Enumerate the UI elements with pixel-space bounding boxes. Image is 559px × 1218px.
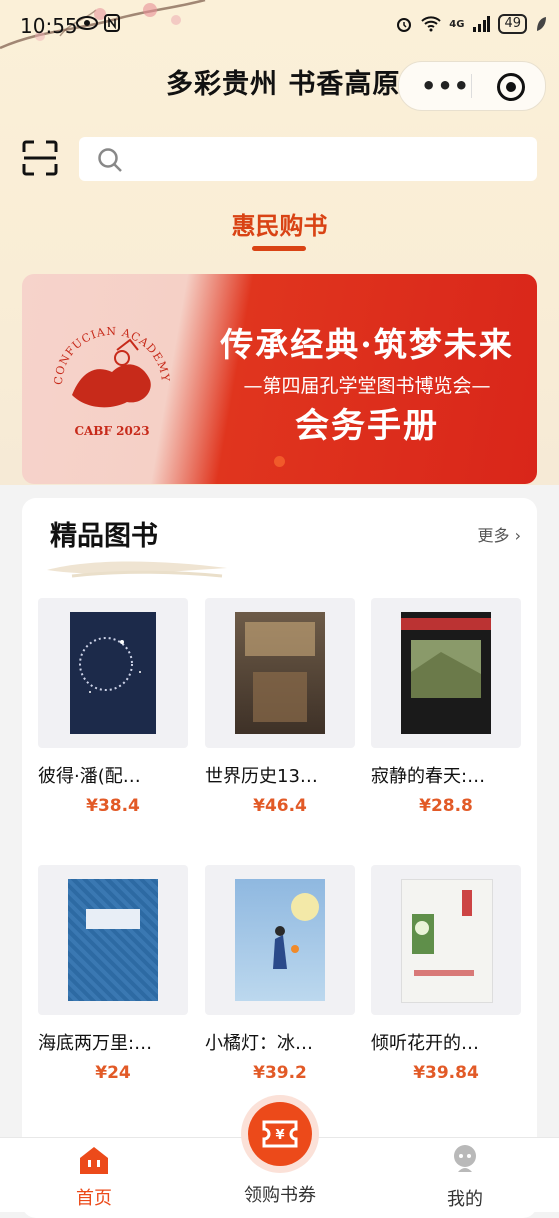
book-fair-logo: CONFUCIAN ACADEMY BOOK FAIR CABF 2023	[42, 310, 171, 438]
book-price: ¥38.4	[86, 796, 140, 816]
book-title: 寂静的春天:…	[371, 766, 486, 787]
wifi-icon	[421, 16, 441, 32]
page-title: 多彩贵州 书香高原	[166, 69, 401, 100]
book-title: 世界历史13…	[205, 766, 318, 787]
book-cover	[401, 879, 493, 1003]
book-cover	[401, 612, 491, 734]
tab-huimin[interactable]: 惠民购书	[0, 206, 559, 251]
status-bar: 10:55 4G 49	[0, 0, 559, 50]
book-thumbnail	[38, 598, 188, 748]
search-bar[interactable]	[79, 137, 537, 181]
coupon-button[interactable]: ¥	[241, 1095, 319, 1173]
book-title: 海底两万里:…	[38, 1033, 153, 1054]
signal-icon	[473, 16, 491, 32]
alarm-icon	[397, 18, 412, 32]
status-time: 10:55	[20, 14, 78, 38]
moon-illustration	[79, 637, 141, 693]
profile-icon	[454, 1145, 476, 1172]
promo-banner[interactable]: CONFUCIAN ACADEMY BOOK FAIR CABF 2023 传承…	[22, 274, 537, 484]
book-card[interactable]: 小橘灯：冰… ¥39.2	[205, 865, 355, 1083]
book-thumbnail	[205, 598, 355, 748]
flower-illustration	[412, 890, 474, 976]
ink-brush-decoration	[47, 561, 227, 578]
book-card[interactable]: 寂静的春天:… ¥28.8	[371, 598, 521, 816]
nav-home-label: 首页	[76, 1188, 112, 1209]
close-target-icon[interactable]	[497, 73, 525, 101]
book-thumbnail	[371, 865, 521, 1015]
book-price: ¥39.84	[413, 1063, 479, 1083]
nav-home[interactable]: 首页	[34, 1138, 154, 1212]
nav-mine-label: 我的	[447, 1189, 483, 1210]
capsule-divider	[471, 74, 472, 98]
ornament-illustration	[86, 909, 140, 929]
nav-coupon-label: 领购书券	[244, 1185, 316, 1206]
network-type: 4G	[449, 18, 465, 30]
eye-icon	[76, 16, 98, 30]
book-cover	[68, 879, 158, 1001]
book-title: 倾听花开的…	[371, 1033, 479, 1054]
coupon-ticket-icon: ¥	[262, 1120, 298, 1148]
history-illustration	[245, 622, 315, 722]
book-card[interactable]: 倾听花开的… ¥39.84	[371, 865, 521, 1083]
book-cover	[235, 879, 325, 1001]
book-price: ¥28.8	[419, 796, 473, 816]
girl-lantern-illustration	[273, 893, 319, 969]
banner-subtitle: —第四届孔学堂图书博览会—	[243, 375, 491, 397]
carousel-indicator[interactable]	[274, 456, 285, 467]
tab-active-indicator	[252, 246, 306, 251]
book-price: ¥24	[95, 1063, 131, 1083]
home-icon	[80, 1147, 108, 1174]
banner-headline: 传承经典·筑梦未来	[220, 325, 514, 364]
battery-indicator: 49	[498, 14, 527, 34]
more-label: 更多	[477, 526, 510, 545]
book-price: ¥46.4	[253, 796, 307, 816]
scan-icon[interactable]	[22, 140, 58, 176]
leaf-icon	[537, 17, 546, 31]
book-card[interactable]: 彼得·潘(配… ¥38.4	[38, 598, 188, 816]
nfc-icon	[104, 14, 120, 32]
book-title: 小橘灯：冰…	[205, 1033, 313, 1054]
miniprogram-capsule: •••	[398, 61, 546, 111]
book-price: ¥39.2	[253, 1063, 307, 1083]
book-cover	[70, 612, 156, 734]
more-link[interactable]: 更多 ›	[478, 522, 522, 546]
banner-title: 会务手册	[295, 406, 439, 446]
landscape-illustration	[401, 618, 491, 698]
book-card[interactable]: 世界历史13… ¥46.4	[205, 598, 355, 816]
book-cover	[235, 612, 325, 734]
book-thumbnail	[38, 865, 188, 1015]
logo-year-text: CABF 2023	[74, 424, 149, 438]
book-title: 彼得·潘(配…	[38, 766, 141, 787]
tab-label: 惠民购书	[231, 212, 328, 240]
coupon-button-inner: ¥	[248, 1102, 312, 1166]
more-menu-icon[interactable]: •••	[421, 72, 470, 100]
book-card[interactable]: 海底两万里:… ¥24	[38, 865, 188, 1083]
book-thumbnail	[205, 865, 355, 1015]
svg-text:¥: ¥	[275, 1128, 284, 1143]
nav-mine[interactable]: 我的	[405, 1138, 525, 1212]
search-input[interactable]	[129, 145, 523, 175]
search-icon	[98, 148, 122, 172]
book-thumbnail	[371, 598, 521, 748]
